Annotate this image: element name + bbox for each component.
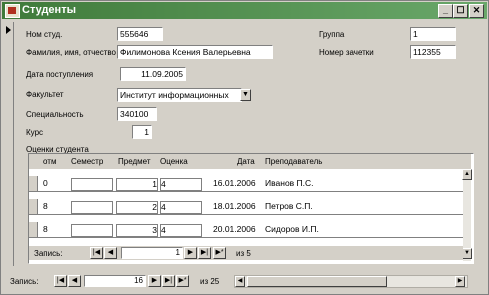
first-record-icon[interactable]: |◀ bbox=[90, 247, 103, 259]
record-selector[interactable] bbox=[4, 22, 14, 266]
subform-record-number[interactable]: 1 bbox=[121, 247, 183, 259]
maximize-button[interactable]: ☐ bbox=[453, 4, 468, 18]
current-record-arrow-icon bbox=[6, 26, 11, 34]
last-record-icon[interactable]: ▶| bbox=[162, 275, 175, 287]
date-field[interactable]: 11.09.2005 bbox=[120, 67, 186, 81]
scroll-up-icon[interactable]: ▲ bbox=[462, 169, 472, 180]
table-row[interactable]: 0 1 4 16.01.2006 Иванов П.С. bbox=[29, 176, 463, 192]
table-row[interactable]: 8 3 4 20.01.2006 Сидоров И.П. bbox=[29, 222, 463, 238]
cell-ocenka[interactable]: 4 bbox=[160, 224, 202, 237]
form-icon bbox=[5, 4, 20, 18]
course-label: Курс bbox=[26, 128, 44, 137]
prev-record-icon[interactable]: ◀ bbox=[68, 275, 81, 287]
nav-label: Запись: bbox=[10, 277, 39, 286]
faculty-label: Факультет bbox=[26, 90, 64, 99]
new-record-icon[interactable]: ▶* bbox=[176, 275, 189, 287]
cell-predmet[interactable]: 3 bbox=[116, 224, 158, 237]
group-field[interactable]: 1 bbox=[410, 27, 456, 41]
row-selector[interactable] bbox=[29, 199, 38, 214]
close-button[interactable]: ✕ bbox=[469, 4, 484, 18]
faculty-combobox[interactable]: Институт информационных bbox=[117, 88, 242, 102]
cell-semestr[interactable] bbox=[71, 201, 113, 214]
book-label: Номер зачетки bbox=[319, 48, 374, 57]
table-row[interactable]: 8 2 4 18.01.2006 Петров С.П. bbox=[29, 199, 463, 215]
col-semestr-header: Семестр bbox=[71, 157, 104, 166]
horizontal-scrollbar[interactable]: ◀ ▶ bbox=[234, 275, 468, 288]
cell-otm[interactable]: 8 bbox=[43, 201, 48, 212]
cell-ocenka[interactable]: 4 bbox=[160, 178, 202, 191]
window-title: Студенты bbox=[22, 4, 76, 16]
col-predmet-header: Предмет bbox=[118, 157, 151, 166]
cell-semestr[interactable] bbox=[71, 178, 113, 191]
minimize-button[interactable]: _ bbox=[438, 4, 453, 18]
cell-semestr[interactable] bbox=[71, 224, 113, 237]
subform-record-count: из 5 bbox=[236, 249, 251, 258]
fio-field[interactable]: Филимонова Ксения Валерьевна bbox=[117, 45, 273, 59]
access-form-window: Студенты _ ☐ ✕ Ном студ. 555646 Фамилия,… bbox=[0, 0, 489, 295]
faculty-dropdown-arrow-icon[interactable]: ▼ bbox=[240, 89, 251, 101]
grades-subform: отм Семестр Предмет Оценка Дата Преподав… bbox=[28, 153, 474, 264]
col-ocenka-header: Оценка bbox=[160, 157, 188, 166]
prev-record-icon[interactable]: ◀ bbox=[104, 247, 117, 259]
col-data-header: Дата bbox=[237, 157, 255, 166]
cell-data[interactable]: 20.01.2006 bbox=[213, 224, 256, 235]
next-record-icon[interactable]: ▶ bbox=[148, 275, 161, 287]
grades-header: отм Семестр Предмет Оценка Дата Преподав… bbox=[29, 154, 471, 169]
next-record-icon[interactable]: ▶ bbox=[184, 247, 197, 259]
specialty-field[interactable]: 340100 bbox=[117, 107, 157, 121]
cell-prepod[interactable]: Иванов П.С. bbox=[265, 178, 314, 189]
col-otm-header: отм bbox=[43, 157, 57, 166]
row-selector[interactable] bbox=[29, 176, 38, 191]
cell-prepod[interactable]: Петров С.П. bbox=[265, 201, 313, 212]
row-selector[interactable] bbox=[29, 222, 38, 237]
cell-otm[interactable]: 0 bbox=[43, 178, 48, 189]
first-record-icon[interactable]: |◀ bbox=[54, 275, 67, 287]
scroll-down-icon[interactable]: ▼ bbox=[462, 248, 472, 259]
form-record-navigator: Запись: |◀ ◀ 16 ▶ ▶| ▶* из 25 ◀ ▶ bbox=[4, 270, 485, 292]
student-label: Ном студ. bbox=[26, 30, 63, 39]
cell-data[interactable]: 16.01.2006 bbox=[213, 178, 256, 189]
specialty-label: Специальность bbox=[26, 110, 84, 119]
cell-ocenka[interactable]: 4 bbox=[160, 201, 202, 214]
scroll-thumb[interactable] bbox=[247, 276, 387, 287]
last-record-icon[interactable]: ▶| bbox=[198, 247, 211, 259]
col-prepod-header: Преподаватель bbox=[265, 157, 323, 166]
scroll-right-icon[interactable]: ▶ bbox=[455, 276, 465, 287]
cell-predmet[interactable]: 1 bbox=[116, 178, 158, 191]
cell-predmet[interactable]: 2 bbox=[116, 201, 158, 214]
record-number-field[interactable]: 16 bbox=[84, 275, 146, 287]
cell-prepod[interactable]: Сидоров И.П. bbox=[265, 224, 319, 235]
subform-vertical-scrollbar[interactable]: ▲ ▼ bbox=[462, 169, 472, 261]
form-body: Ном студ. 555646 Фамилия, имя, отчество … bbox=[14, 22, 476, 266]
new-record-icon[interactable]: ▶* bbox=[213, 247, 226, 259]
scroll-left-icon[interactable]: ◀ bbox=[235, 276, 245, 287]
record-count: из 25 bbox=[200, 277, 220, 286]
group-label: Группа bbox=[319, 30, 345, 39]
cell-data[interactable]: 18.01.2006 bbox=[213, 201, 256, 212]
form-vertical-scrollbar[interactable] bbox=[477, 22, 487, 266]
course-field[interactable]: 1 bbox=[132, 125, 152, 139]
fio-label: Фамилия, имя, отчество bbox=[26, 48, 116, 57]
subform-record-navigator: Запись: |◀ ◀ 1 ▶ ▶| ▶* из 5 bbox=[29, 246, 463, 260]
subform-nav-label: Запись: bbox=[34, 249, 63, 258]
book-field[interactable]: 112355 bbox=[410, 45, 456, 59]
student-field[interactable]: 555646 bbox=[117, 27, 163, 41]
date-label: Дата поступления bbox=[26, 70, 94, 79]
title-bar[interactable]: Студенты _ ☐ ✕ bbox=[2, 2, 487, 19]
cell-otm[interactable]: 8 bbox=[43, 224, 48, 235]
